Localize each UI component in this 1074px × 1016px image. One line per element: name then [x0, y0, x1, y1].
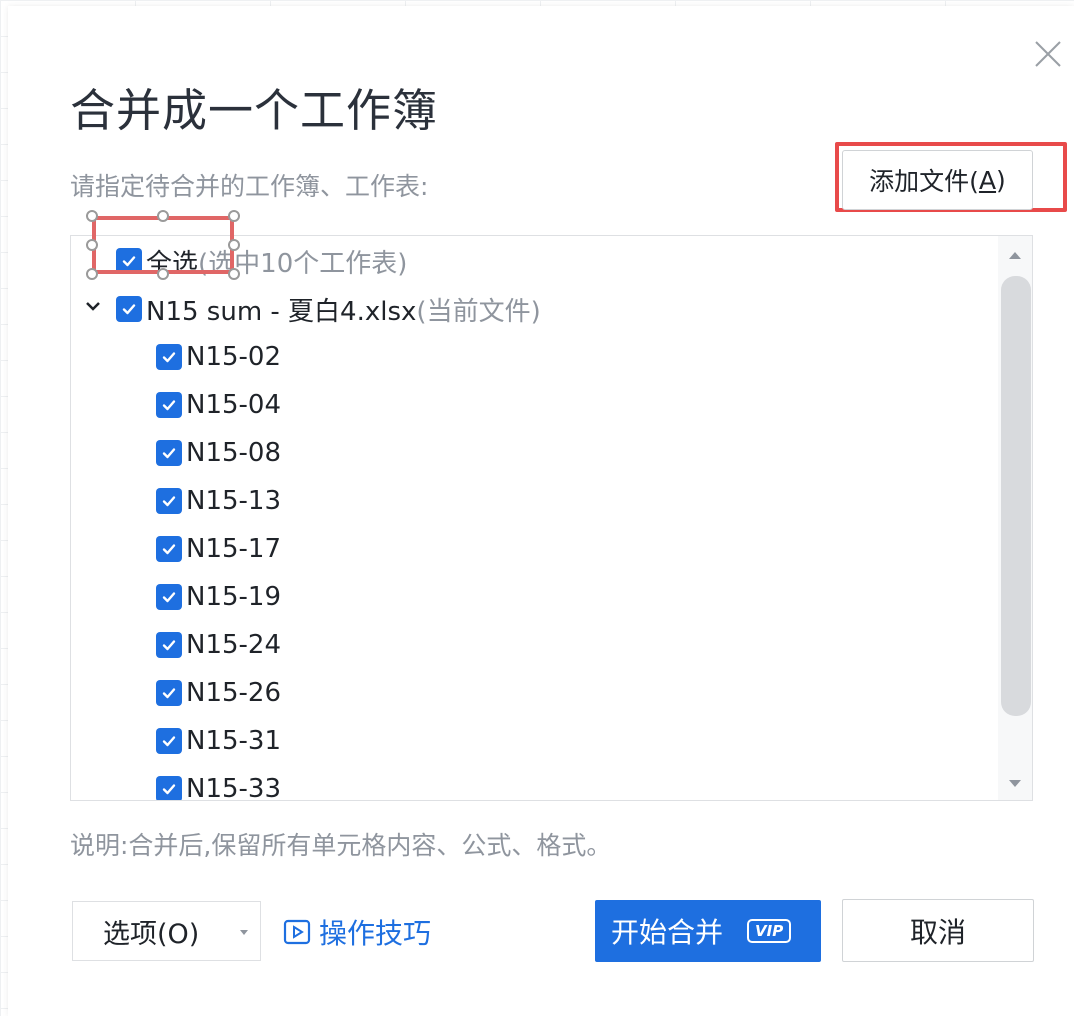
merge-note: 说明:合并后,保留所有单元格内容、公式、格式。 [70, 831, 612, 860]
sheet-name-label: N15-26 [186, 678, 281, 708]
resize-handle[interactable] [86, 210, 98, 222]
sheet-list[interactable]: 全选 (选中10个工作表) N15 sum - 夏白4.xlsx (当前文件) N15-… [70, 235, 1033, 801]
options-label: 选项(O) [103, 918, 200, 950]
checkbox-checked-icon[interactable] [156, 776, 182, 800]
resize-handle[interactable] [228, 239, 240, 251]
resize-handle[interactable] [228, 210, 240, 222]
sheet-row[interactable]: N15-04 [156, 383, 281, 427]
sheet-name-label: N15-33 [186, 774, 281, 801]
checkbox-checked-icon[interactable] [156, 632, 182, 658]
caret-down-icon [240, 930, 248, 935]
sheet-row[interactable]: N15-02 [156, 335, 281, 379]
resize-handle[interactable] [157, 268, 169, 280]
options-dropdown[interactable]: 选项(O) [72, 901, 261, 961]
resize-handle[interactable] [157, 210, 169, 222]
add-file-label: 添加文件( [869, 167, 979, 196]
checkbox-checked-icon[interactable] [156, 728, 182, 754]
sheet-row[interactable]: N15-08 [156, 431, 281, 475]
sheet-name-label: N15-19 [186, 582, 281, 612]
scroll-up-arrow-icon[interactable] [1009, 252, 1021, 259]
checkbox-checked-icon[interactable] [156, 584, 182, 610]
sheet-row[interactable]: N15-13 [156, 479, 281, 523]
file-note: (当前文件) [416, 296, 541, 327]
checkbox-checked-icon[interactable] [156, 440, 182, 466]
play-video-icon [283, 919, 311, 945]
dialog-subtitle: 请指定待合并的工作簿、工作表: [70, 172, 429, 201]
add-file-accelerator: A [978, 165, 997, 195]
sheet-row[interactable]: N15-33 [156, 767, 281, 801]
sheet-row[interactable]: N15-17 [156, 527, 281, 571]
tips-link[interactable]: 操作技巧 [283, 912, 431, 952]
resize-handle[interactable] [86, 239, 98, 251]
scroll-down-arrow-icon[interactable] [1009, 780, 1021, 787]
checkbox-checked-icon[interactable] [116, 296, 142, 322]
dialog-title: 合并成一个工作簿 [70, 84, 439, 137]
close-icon [1035, 41, 1061, 67]
file-row[interactable]: N15 sum - 夏白4.xlsx (当前文件) [116, 287, 541, 331]
sheet-name-label: N15-31 [186, 726, 281, 756]
sheet-name-label: N15-08 [186, 438, 281, 468]
add-file-label-close: ) [996, 165, 1006, 195]
checkbox-checked-icon[interactable] [156, 344, 182, 370]
checkbox-checked-icon[interactable] [156, 488, 182, 514]
close-button[interactable] [1030, 36, 1066, 72]
vip-badge: VIP [747, 919, 792, 943]
add-file-button[interactable]: 添加文件(A) [842, 150, 1033, 210]
sheet-name-label: N15-02 [186, 342, 281, 372]
chevron-down-icon[interactable] [83, 296, 103, 316]
vertical-scrollbar[interactable] [998, 236, 1032, 800]
sheet-row[interactable]: N15-26 [156, 671, 281, 715]
file-name-label: N15 sum - 夏白4.xlsx [146, 296, 417, 327]
sheet-row[interactable]: N15-31 [156, 719, 281, 763]
start-merge-label: 开始合并 [611, 916, 724, 949]
scroll-thumb[interactable] [1001, 276, 1031, 716]
cancel-button[interactable]: 取消 [842, 899, 1034, 962]
selection-annotation-box [92, 216, 234, 274]
sheet-name-label: N15-24 [186, 630, 281, 660]
resize-handle[interactable] [86, 268, 98, 280]
sheet-name-label: N15-17 [186, 534, 281, 564]
start-merge-button[interactable]: 开始合并 VIP [595, 900, 821, 962]
sheet-row[interactable]: N15-19 [156, 575, 281, 619]
sheet-name-label: N15-04 [186, 390, 281, 420]
checkbox-checked-icon[interactable] [156, 392, 182, 418]
resize-handle[interactable] [228, 268, 240, 280]
tips-label: 操作技巧 [319, 917, 432, 950]
sheet-name-label: N15-13 [186, 486, 281, 516]
sheet-row[interactable]: N15-24 [156, 623, 281, 667]
checkbox-checked-icon[interactable] [156, 680, 182, 706]
checkbox-checked-icon[interactable] [156, 536, 182, 562]
